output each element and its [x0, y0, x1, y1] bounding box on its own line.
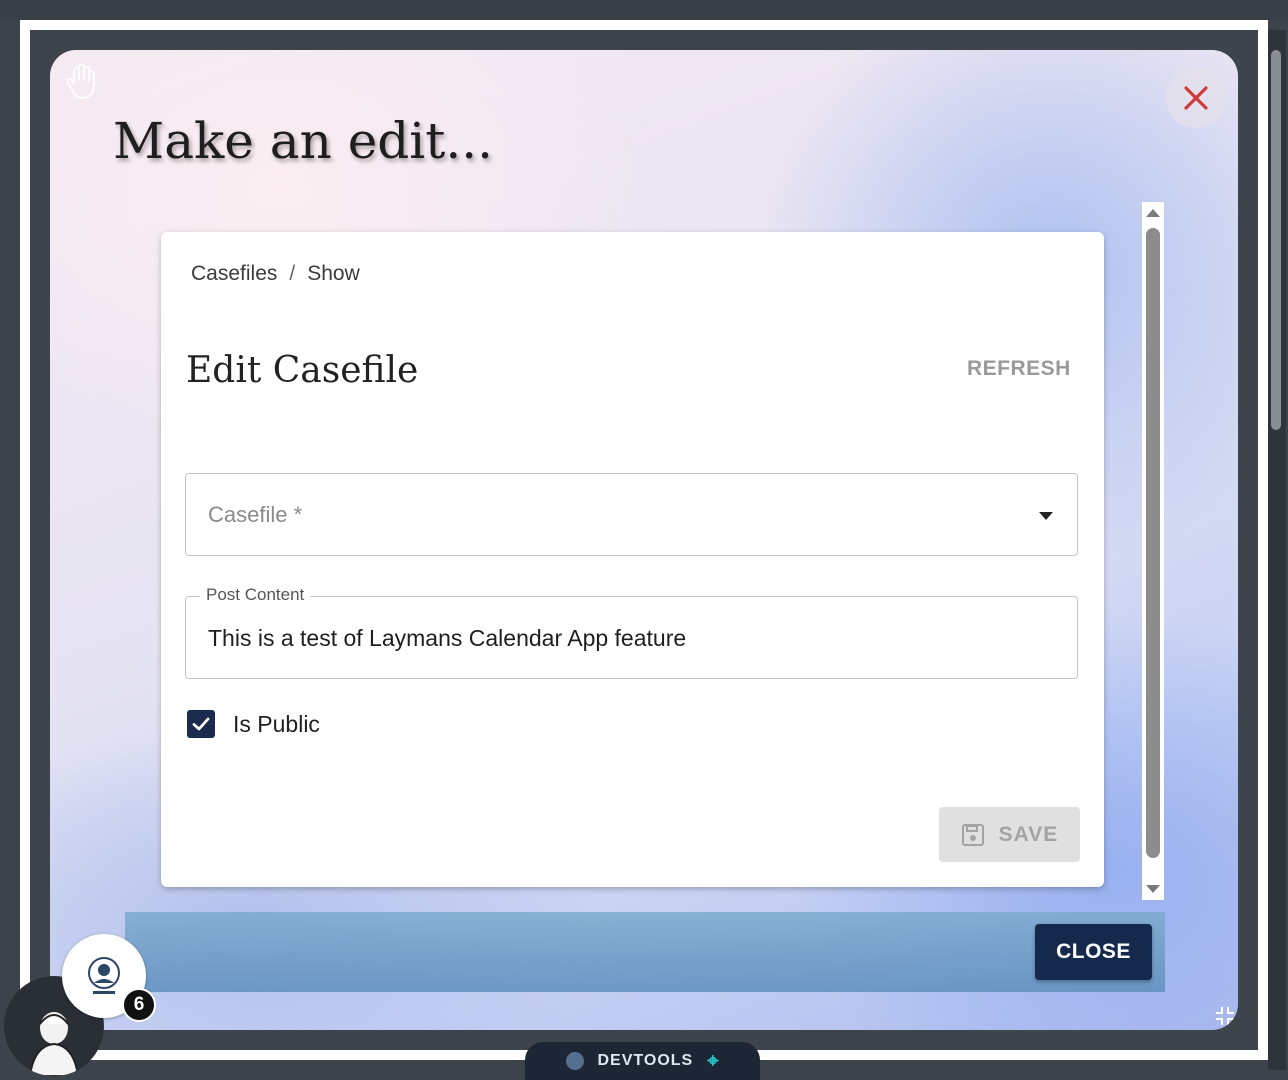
checkmark-icon [192, 717, 210, 731]
logo-icon [88, 957, 120, 994]
post-content-label: Post Content [200, 585, 311, 605]
close-icon [1184, 86, 1208, 110]
is-public-row[interactable]: Is Public [187, 710, 320, 738]
devtools-tab[interactable]: DEVTOOLS ⌖ [525, 1042, 760, 1080]
save-label: SAVE [998, 822, 1059, 846]
page-scrollbar-thumb[interactable] [1271, 50, 1281, 430]
modal-scrollbar[interactable] [1142, 202, 1164, 900]
devtools-logo-icon [565, 1052, 584, 1070]
chevron-down-icon [1039, 512, 1053, 520]
breadcrumb-item-casefiles[interactable]: Casefiles [191, 262, 277, 286]
close-modal-button[interactable] [1166, 68, 1226, 128]
collapse-icon[interactable] [1214, 1005, 1236, 1027]
save-icon [961, 823, 984, 846]
page-backdrop-top [0, 0, 1288, 20]
close-button[interactable]: CLOSE [1035, 924, 1152, 980]
breadcrumb: Casefiles / Show [191, 262, 360, 286]
scroll-up-icon[interactable] [1146, 209, 1160, 217]
modal-footer [125, 912, 1165, 992]
form-title: Edit Casefile [186, 350, 419, 391]
post-content-value[interactable]: This is a test of Laymans Calendar App f… [208, 625, 686, 652]
modal-scrollbar-thumb[interactable] [1146, 228, 1160, 858]
breadcrumb-separator: / [289, 262, 296, 285]
edit-casefile-card: Casefiles / Show Edit Casefile REFRESH C… [161, 232, 1104, 887]
save-button[interactable]: SAVE [939, 807, 1080, 862]
hand-icon[interactable] [64, 62, 98, 100]
modal-title: Make an edit... [113, 112, 494, 170]
is-public-checkbox[interactable] [187, 710, 215, 738]
casefile-select[interactable]: Casefile * [185, 473, 1078, 556]
breadcrumb-item-show: Show [307, 262, 360, 285]
notification-badge[interactable]: 6 [122, 988, 156, 1022]
refresh-button[interactable]: REFRESH [961, 356, 1077, 382]
edit-modal: Make an edit... Casefiles / Show Edit Ca… [50, 50, 1238, 1030]
post-content-field[interactable]: Post Content This is a test of Laymans C… [185, 585, 1078, 679]
target-icon[interactable]: ⌖ [707, 1050, 719, 1073]
devtools-label: DEVTOOLS [597, 1052, 694, 1069]
scroll-down-icon[interactable] [1146, 885, 1160, 893]
casefile-placeholder: Casefile * [208, 502, 303, 527]
is-public-label: Is Public [233, 710, 320, 737]
